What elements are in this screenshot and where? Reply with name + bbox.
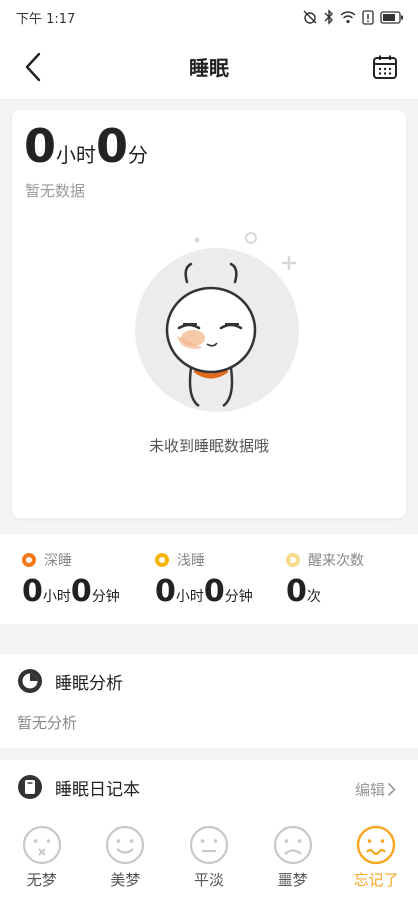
- stat-label: 深睡: [44, 553, 72, 569]
- alarm-muted-icon: [302, 9, 318, 25]
- mood-option-nightmare[interactable]: 噩梦: [251, 825, 335, 890]
- mood-label: 忘记了: [353, 871, 399, 889]
- nightmare-face-icon: [273, 825, 312, 865]
- analysis-title: 睡眠分析: [55, 673, 123, 694]
- pie-clock-icon: [18, 669, 42, 693]
- sim-alert-icon: [362, 9, 374, 25]
- deep-sleep-dot-icon: [22, 553, 36, 567]
- edit-diary-link[interactable]: 编辑: [355, 779, 396, 800]
- sleep-diary-panel: 睡眠日记本 编辑 无梦 美梦 平淡 噩梦 忘记了: [0, 760, 418, 906]
- empty-state-message: 未收到睡眠数据哦: [148, 437, 269, 455]
- battery-icon: [380, 10, 404, 24]
- calendar-button[interactable]: [370, 52, 400, 82]
- hours-value: 0: [24, 119, 57, 173]
- page-title: 睡眠: [189, 56, 229, 80]
- total-sleep-duration: 0 小时 0 分: [24, 120, 148, 172]
- sleep-summary-card: 0 小时 0 分 暂无数据 未收到睡眠数据哦: [12, 110, 406, 518]
- stat-hours-unit: 小时: [175, 589, 204, 605]
- stat-label: 醒来次数: [308, 553, 364, 569]
- mood-option-sweet-dream[interactable]: 美梦: [84, 825, 168, 890]
- analysis-empty-text: 暂无分析: [17, 714, 78, 732]
- status-bar: 下午 1:17: [0, 0, 418, 34]
- chevron-left-icon: [25, 52, 41, 82]
- stat-label: 浅睡: [177, 553, 205, 569]
- stat-count: 0: [286, 574, 307, 609]
- forgot-face-icon: [356, 825, 396, 865]
- stat-minutes: 0: [203, 574, 225, 609]
- calendar-icon: [373, 55, 397, 79]
- status-time: 下午 1:17: [16, 11, 76, 27]
- mood-label: 平淡: [193, 871, 224, 889]
- diary-title: 睡眠日记本: [55, 779, 140, 800]
- mood-option-no-dream[interactable]: 无梦: [0, 825, 84, 890]
- stat-light-sleep: 浅睡 0 小时 0 分钟: [155, 550, 253, 608]
- minutes-unit: 分: [128, 143, 149, 167]
- wake-dot-icon: [286, 553, 300, 567]
- stat-hours: 0: [22, 574, 43, 609]
- mood-option-neutral[interactable]: 平淡: [167, 825, 251, 890]
- stat-wake-count: 醒来次数 0 次: [286, 550, 364, 608]
- no-data-label: 暂无数据: [25, 182, 86, 200]
- stat-deep-sleep: 深睡 0 小时 0 分钟: [22, 550, 120, 608]
- status-icons: [302, 9, 404, 25]
- sleep-analysis-panel: 睡眠分析 暂无分析: [0, 654, 418, 748]
- stat-hours: 0: [155, 574, 176, 609]
- back-button[interactable]: [18, 52, 48, 82]
- neutral-face-icon: [189, 825, 229, 865]
- hours-unit: 小时: [56, 143, 97, 167]
- diary-book-icon: [18, 775, 42, 799]
- nav-bar: 睡眠: [0, 34, 418, 100]
- sweet-dream-face-icon: [106, 825, 145, 865]
- stat-minutes-unit: 分钟: [91, 589, 120, 605]
- sleep-stats-panel: 深睡 0 小时 0 分钟 浅睡 0 小时 0 分钟 醒来次数 0 次: [0, 534, 418, 624]
- light-sleep-dot-icon: [155, 553, 169, 567]
- minutes-value: 0: [96, 119, 129, 173]
- stat-minutes-unit: 分钟: [224, 589, 253, 605]
- no-dream-face-icon: [22, 825, 61, 865]
- stat-hours-unit: 小时: [42, 589, 71, 605]
- empty-state-mascot-illustration: [135, 232, 299, 412]
- mood-label: 无梦: [26, 871, 57, 889]
- wifi-icon: [340, 10, 356, 24]
- mood-label: 美梦: [110, 871, 141, 889]
- mood-selector: 无梦 美梦 平淡 噩梦 忘记了: [0, 825, 418, 890]
- mood-label: 噩梦: [277, 871, 308, 889]
- chevron-right-icon: [387, 782, 396, 797]
- stat-count-unit: 次: [306, 589, 321, 605]
- mood-option-forgot[interactable]: 忘记了: [334, 825, 418, 890]
- stat-minutes: 0: [70, 574, 92, 609]
- edit-label: 编辑: [354, 781, 385, 799]
- bluetooth-icon: [324, 9, 334, 25]
